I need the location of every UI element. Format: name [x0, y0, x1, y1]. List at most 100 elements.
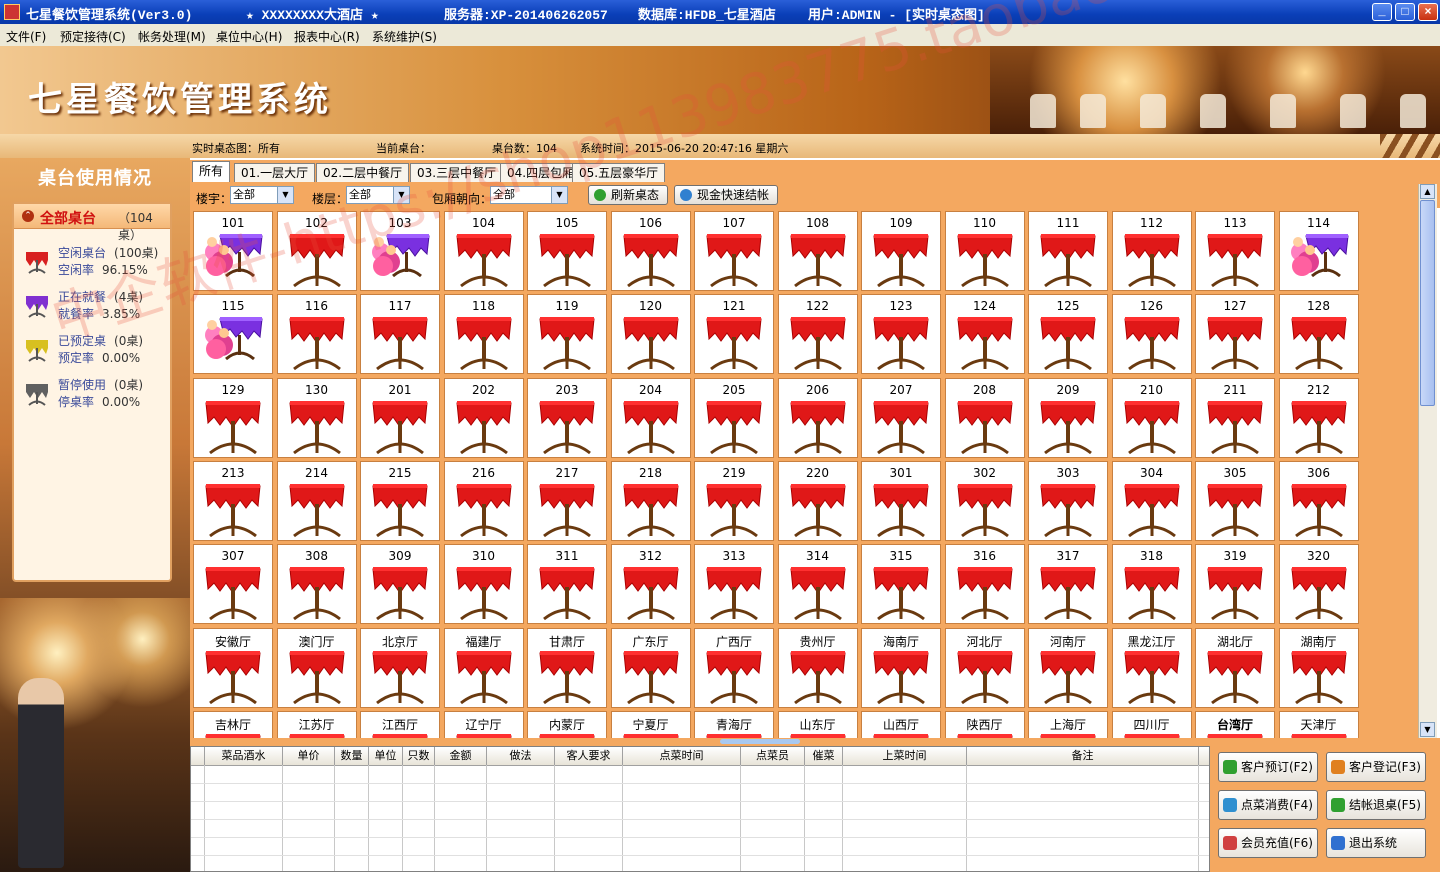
- table-tile[interactable]: 宁夏厅: [610, 710, 691, 738]
- table-tile[interactable]: 黑龙江厅: [1111, 627, 1192, 708]
- tab-2[interactable]: 02.二层中餐厅: [316, 163, 410, 182]
- register-button[interactable]: 客户登记(F3): [1326, 752, 1426, 782]
- table-tile[interactable]: 306: [1278, 460, 1359, 541]
- column-header[interactable]: 只数: [403, 747, 435, 765]
- table-tile[interactable]: 318: [1111, 544, 1192, 625]
- table-tile[interactable]: 307: [193, 544, 273, 625]
- table-tile[interactable]: 124: [944, 294, 1025, 375]
- table-tile[interactable]: 122: [777, 294, 858, 375]
- table-tile[interactable]: 108: [777, 211, 858, 291]
- table-tile[interactable]: 211: [1195, 377, 1275, 458]
- table-tile[interactable]: 福建厅: [443, 627, 524, 708]
- table-tile[interactable]: 125: [1028, 294, 1108, 375]
- menu-reports[interactable]: 报表中心(R): [294, 28, 360, 45]
- all-tables-header[interactable]: ⌃ 全部桌台 （104桌）: [14, 204, 170, 242]
- quick-checkout-button[interactable]: 现金快速结帐: [674, 185, 779, 205]
- table-tile[interactable]: 广东厅: [610, 627, 691, 708]
- table-tile[interactable]: 青海厅: [694, 710, 774, 738]
- table-tile[interactable]: 116: [276, 294, 357, 375]
- table-tile[interactable]: 110: [944, 211, 1025, 291]
- table-tile[interactable]: 314: [777, 544, 858, 625]
- table-tile[interactable]: 302: [944, 460, 1025, 541]
- table-tile[interactable]: 129: [193, 377, 273, 458]
- table-tile[interactable]: 203: [527, 377, 607, 458]
- column-header[interactable]: [191, 747, 205, 765]
- minimize-button[interactable]: _: [1372, 3, 1392, 21]
- table-tile[interactable]: 山西厅: [861, 710, 941, 738]
- table-tile[interactable]: 安徽厅: [193, 627, 273, 708]
- floor-select[interactable]: 全部 ▼: [346, 186, 410, 204]
- table-tile[interactable]: 201: [360, 377, 440, 458]
- table-tile[interactable]: 128: [1278, 294, 1359, 375]
- column-header[interactable]: 单位: [369, 747, 403, 765]
- column-header[interactable]: 客人要求: [555, 747, 623, 765]
- table-tile[interactable]: 101: [193, 211, 273, 291]
- tab-5[interactable]: 05.五层豪华厅: [572, 163, 666, 182]
- table-tile[interactable]: 204: [610, 377, 691, 458]
- exit-button[interactable]: 退出系统: [1326, 828, 1426, 858]
- table-tile[interactable]: 湖北厅: [1195, 627, 1275, 708]
- tab-3[interactable]: 03.三层中餐厅: [410, 163, 504, 182]
- table-tile[interactable]: 113: [1195, 211, 1275, 291]
- table-tile[interactable]: 114: [1278, 211, 1359, 291]
- table-tile[interactable]: 303: [1028, 460, 1108, 541]
- table-tile[interactable]: 315: [861, 544, 941, 625]
- table-tile[interactable]: 109: [861, 211, 941, 291]
- column-header[interactable]: 菜品酒水: [205, 747, 283, 765]
- table-tile[interactable]: 123: [861, 294, 941, 375]
- menu-tables[interactable]: 桌位中心(H): [216, 28, 282, 45]
- table-tile[interactable]: 119: [527, 294, 607, 375]
- table-tile[interactable]: 208: [944, 377, 1025, 458]
- table-tile[interactable]: 217: [527, 460, 607, 541]
- table-tile[interactable]: 115: [193, 294, 273, 375]
- table-tile[interactable]: 河南厅: [1028, 627, 1108, 708]
- table-tile[interactable]: 311: [527, 544, 607, 625]
- table-tile[interactable]: 104: [443, 211, 524, 291]
- table-tile[interactable]: 309: [360, 544, 440, 625]
- menu-system[interactable]: 系统维护(S): [372, 28, 437, 45]
- table-tile[interactable]: 湖南厅: [1278, 627, 1359, 708]
- column-header[interactable]: 催菜: [805, 747, 843, 765]
- table-tile[interactable]: 218: [610, 460, 691, 541]
- tab-0[interactable]: 所有: [192, 161, 231, 182]
- table-tile[interactable]: 内蒙厅: [527, 710, 607, 738]
- splitter[interactable]: [190, 738, 1440, 746]
- column-header[interactable]: 点菜时间: [623, 747, 741, 765]
- table-tile[interactable]: 127: [1195, 294, 1275, 375]
- table-tile[interactable]: 308: [276, 544, 357, 625]
- table-tile[interactable]: 212: [1278, 377, 1359, 458]
- close-button[interactable]: ×: [1418, 3, 1438, 21]
- table-tile[interactable]: 112: [1111, 211, 1192, 291]
- table-tile[interactable]: 海南厅: [861, 627, 941, 708]
- table-tile[interactable]: 304: [1111, 460, 1192, 541]
- table-tile[interactable]: 310: [443, 544, 524, 625]
- table-tile[interactable]: 117: [360, 294, 440, 375]
- table-tile[interactable]: 214: [276, 460, 357, 541]
- menu-reservation[interactable]: 预定接待(C): [60, 28, 126, 45]
- table-tile[interactable]: 四川厅: [1111, 710, 1192, 738]
- table-tile[interactable]: 320: [1278, 544, 1359, 625]
- booking-button[interactable]: 客户预订(F2): [1218, 752, 1318, 782]
- table-tile[interactable]: 贵州厅: [777, 627, 858, 708]
- menu-accounts[interactable]: 帐务处理(M): [138, 28, 206, 45]
- table-tile[interactable]: 广西厅: [694, 627, 774, 708]
- table-tile[interactable]: 澳门厅: [276, 627, 357, 708]
- table-tile[interactable]: 河北厅: [944, 627, 1025, 708]
- table-tile[interactable]: 312: [610, 544, 691, 625]
- table-tile[interactable]: 辽宁厅: [443, 710, 524, 738]
- table-tile[interactable]: 317: [1028, 544, 1108, 625]
- table-tile[interactable]: 313: [694, 544, 774, 625]
- table-tile[interactable]: 120: [610, 294, 691, 375]
- refresh-button[interactable]: 刷新桌态: [588, 185, 669, 205]
- column-header[interactable]: 备注: [967, 747, 1199, 765]
- table-tile[interactable]: 213: [193, 460, 273, 541]
- building-select[interactable]: 全部 ▼: [230, 186, 294, 204]
- order-button[interactable]: 点菜消费(F4): [1218, 790, 1318, 820]
- column-header[interactable]: 做法: [487, 747, 555, 765]
- table-tile[interactable]: 102: [276, 211, 357, 291]
- table-tile[interactable]: 118: [443, 294, 524, 375]
- table-tile[interactable]: 吉林厅: [193, 710, 273, 738]
- table-tile[interactable]: 206: [777, 377, 858, 458]
- checkout-button[interactable]: 结帐退桌(F5): [1326, 790, 1426, 820]
- member-button[interactable]: 会员充值(F6): [1218, 828, 1318, 858]
